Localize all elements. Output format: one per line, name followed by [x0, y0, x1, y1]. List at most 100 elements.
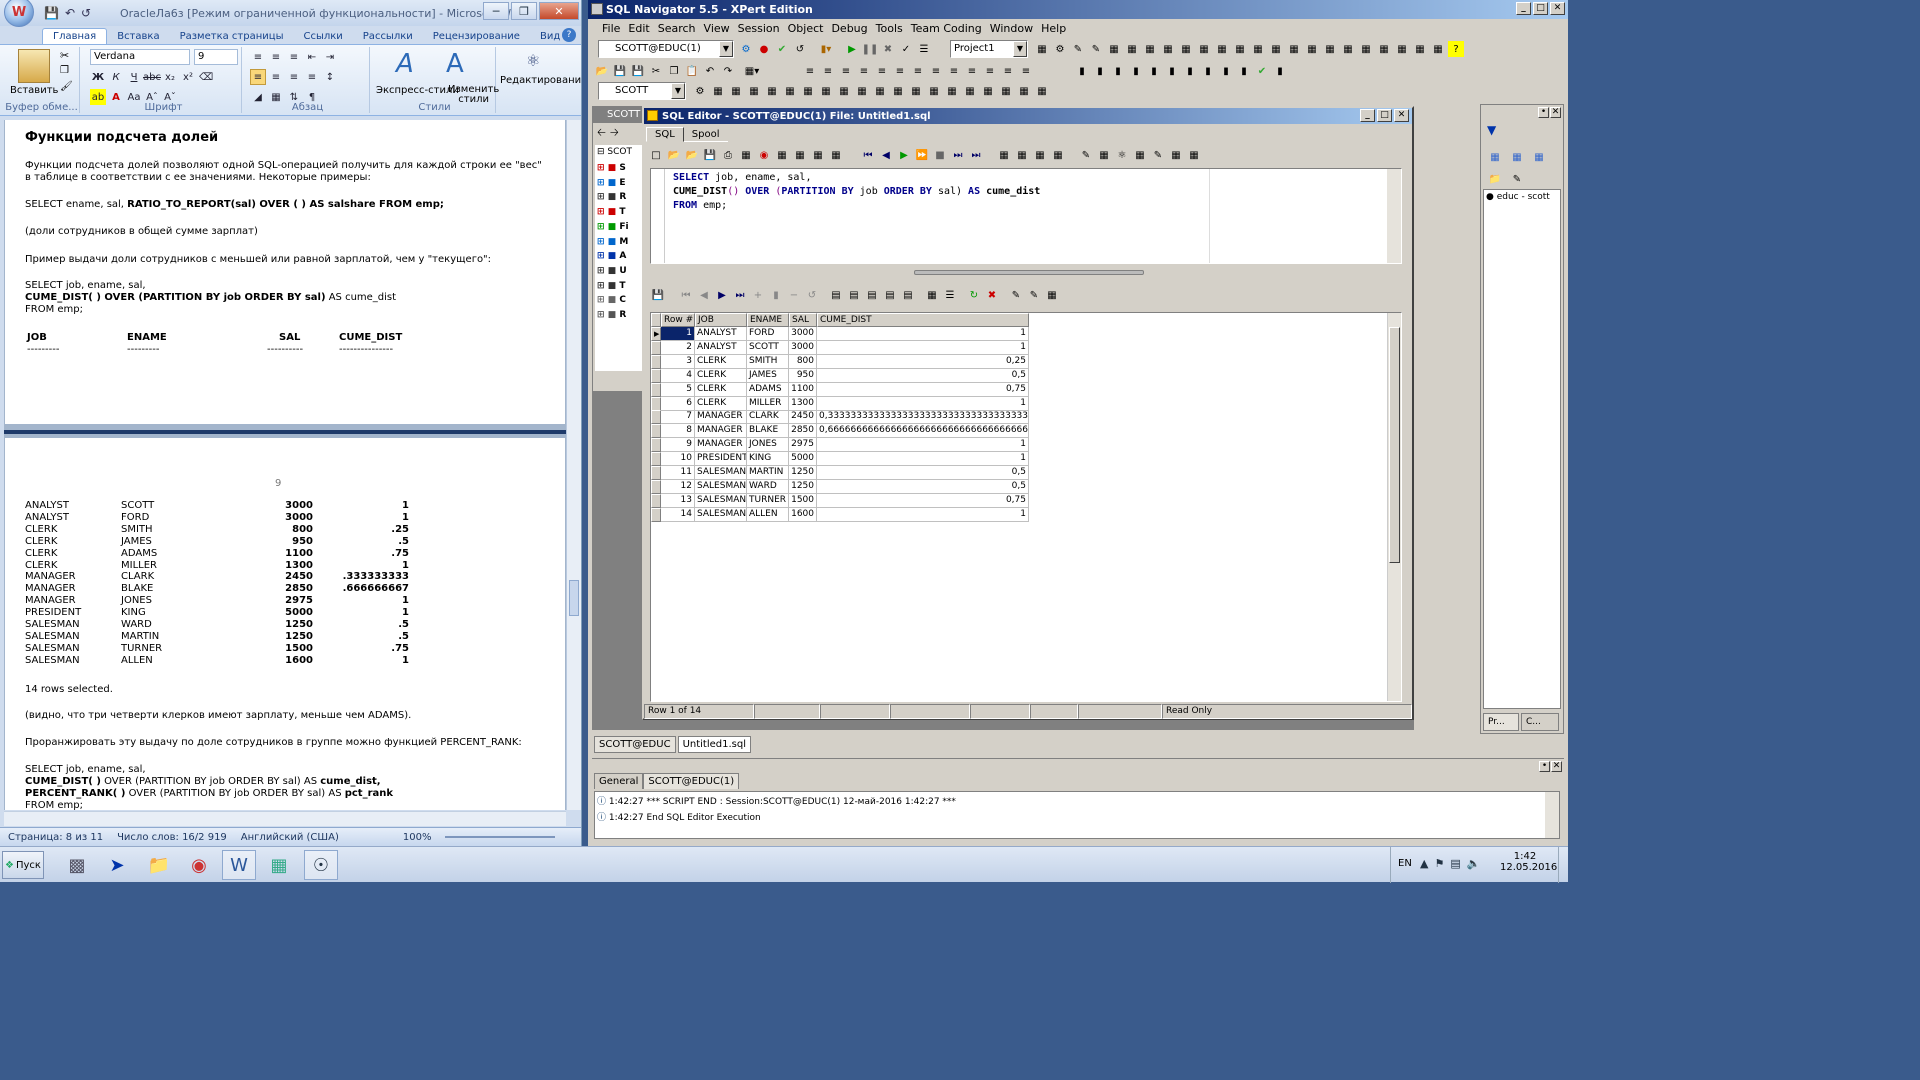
tree-item[interactable]: ⊞ ■ R: [597, 310, 626, 320]
object-icon[interactable]: ▦: [782, 83, 798, 99]
scroll-thumb[interactable]: [569, 580, 579, 616]
status-language[interactable]: Английский (США): [241, 832, 339, 843]
grid-cell[interactable]: 4: [661, 368, 695, 383]
object-icon[interactable]: ▦: [728, 83, 744, 99]
print-icon[interactable]: ⎙: [720, 147, 736, 163]
tool-icon[interactable]: ▦: [1196, 41, 1212, 57]
tool-icon[interactable]: ▦: [828, 147, 844, 163]
close-button[interactable]: ✕: [539, 2, 579, 20]
tool-icon[interactable]: ▦: [1232, 41, 1248, 57]
form-view-icon[interactable]: ☰: [942, 287, 958, 303]
pin-icon[interactable]: •: [1539, 761, 1550, 772]
connect-icon[interactable]: ⚙: [738, 41, 754, 57]
save-icon[interactable]: 💾: [702, 147, 718, 163]
object-icon[interactable]: ▦: [764, 83, 780, 99]
tool-icon[interactable]: ▦: [810, 147, 826, 163]
taskbar-folder-icon[interactable]: 📁: [142, 850, 176, 880]
tool-icon[interactable]: ▦: [1168, 147, 1184, 163]
grid-cell[interactable]: 12: [661, 479, 695, 494]
grid-cell[interactable]: 1250: [789, 466, 817, 480]
help-icon[interactable]: ?: [562, 28, 576, 42]
grid-cell[interactable]: SALESMAN: [695, 479, 747, 494]
format-icon[interactable]: ≡: [946, 63, 962, 79]
grid-cell[interactable]: 0,5: [817, 479, 1029, 494]
grid-cell[interactable]: MANAGER: [695, 438, 747, 453]
network-icon[interactable]: ▤: [1450, 857, 1460, 870]
prev-icon[interactable]: ◀: [878, 147, 894, 163]
scroll-thumb[interactable]: [1389, 327, 1400, 563]
close-button[interactable]: ✕: [1551, 761, 1562, 772]
sql-code-editor[interactable]: SELECT job, ename, sal, CUME_DIST() OVER …: [650, 168, 1402, 264]
save-icon[interactable]: 💾: [650, 287, 666, 303]
tree-item[interactable]: ⊞ ■ T: [597, 281, 625, 291]
execute-icon[interactable]: ▶: [844, 41, 860, 57]
grid-cell[interactable]: 2: [661, 340, 695, 355]
grid-cell[interactable]: 1300: [789, 396, 817, 411]
forward-icon[interactable]: 🡢: [610, 124, 619, 143]
object-icon[interactable]: ▦: [944, 83, 960, 99]
grid-cell[interactable]: ANALYST: [695, 340, 747, 355]
grid-cell[interactable]: JAMES: [747, 368, 789, 383]
object-icon[interactable]: ▦: [854, 83, 870, 99]
grid-cell[interactable]: SALESMAN: [695, 493, 747, 508]
tool-icon[interactable]: ▦: [1214, 41, 1230, 57]
grid-cell[interactable]: 1600: [789, 507, 817, 522]
save-icon[interactable]: 💾: [44, 6, 59, 20]
taskbar-explorer-icon[interactable]: ▩: [60, 850, 94, 880]
doc-tab-session[interactable]: SCOTT@EDUC: [594, 736, 676, 753]
strikethrough-icon[interactable]: abc: [143, 69, 161, 85]
superscript-icon[interactable]: x²: [180, 69, 196, 85]
row-indicator[interactable]: [651, 452, 661, 467]
object-icon[interactable]: ▦: [836, 83, 852, 99]
tool-icon[interactable]: ✎: [1088, 41, 1104, 57]
numbering-icon[interactable]: ≡: [268, 49, 284, 65]
tab-review[interactable]: Рецензирование: [423, 29, 530, 44]
format-icon[interactable]: ≡: [910, 63, 926, 79]
grid-cell[interactable]: CLERK: [695, 354, 747, 369]
format-icon[interactable]: ≡: [982, 63, 998, 79]
tool-icon[interactable]: ▦: [738, 147, 754, 163]
grid-cell[interactable]: ANALYST: [695, 327, 747, 341]
tool-icon[interactable]: ▤: [864, 287, 880, 303]
open-icon[interactable]: 📂: [594, 63, 610, 79]
word-horizontal-scrollbar[interactable]: [4, 811, 566, 826]
grid-cell[interactable]: 3000: [789, 340, 817, 355]
grid-cell[interactable]: 1500: [789, 493, 817, 508]
project-item[interactable]: ● educ - scott: [1486, 192, 1550, 202]
grid-column-header[interactable]: ENAME: [747, 313, 789, 327]
font-name-combo[interactable]: Verdana: [90, 49, 190, 65]
row-indicator[interactable]: [651, 438, 661, 453]
object-icon[interactable]: ▮: [1164, 63, 1180, 79]
minimize-button[interactable]: _: [1516, 2, 1531, 15]
grid-column-header[interactable]: JOB: [695, 313, 747, 327]
bullets-icon[interactable]: ≡: [250, 49, 266, 65]
minimize-button[interactable]: ─: [483, 2, 509, 20]
grid-cell[interactable]: 8: [661, 424, 695, 439]
disconnect-icon[interactable]: ●: [756, 41, 772, 57]
grid-cell[interactable]: 1: [817, 340, 1029, 355]
volume-icon[interactable]: 🔈: [1467, 857, 1481, 870]
refresh-icon[interactable]: ↻: [966, 287, 982, 303]
tool-icon[interactable]: ▦: [1376, 41, 1392, 57]
grid-cell[interactable]: ADAMS: [747, 382, 789, 397]
tool-icon[interactable]: ▦: [1160, 41, 1176, 57]
grid-cell[interactable]: 3000: [789, 327, 817, 341]
grid-cell[interactable]: 5: [661, 382, 695, 397]
zoom-slider[interactable]: [445, 836, 556, 838]
tool-icon[interactable]: ✎: [1026, 287, 1042, 303]
object-icon[interactable]: ▮: [1146, 63, 1162, 79]
tool-icon[interactable]: ▦: [1014, 147, 1030, 163]
grid-cell[interactable]: 0,75: [817, 493, 1029, 508]
taskbar-chrome-icon[interactable]: ◉: [182, 850, 216, 880]
folder-icon[interactable]: 📁: [1487, 171, 1503, 187]
execute-icon[interactable]: ▶: [896, 147, 912, 163]
editing-button[interactable]: Редактирование: [500, 75, 581, 86]
minus-icon[interactable]: −: [786, 287, 802, 303]
pause-icon[interactable]: ❚❚: [862, 41, 879, 57]
save-icon[interactable]: 💾: [612, 63, 628, 79]
edit-icon[interactable]: ✎: [1509, 171, 1525, 187]
tab-sql[interactable]: SQL: [646, 127, 684, 142]
taskbar-sqlnavigator-icon[interactable]: ☉: [304, 850, 338, 880]
object-icon[interactable]: ▦: [980, 83, 996, 99]
grid-cell[interactable]: 800: [789, 354, 817, 369]
